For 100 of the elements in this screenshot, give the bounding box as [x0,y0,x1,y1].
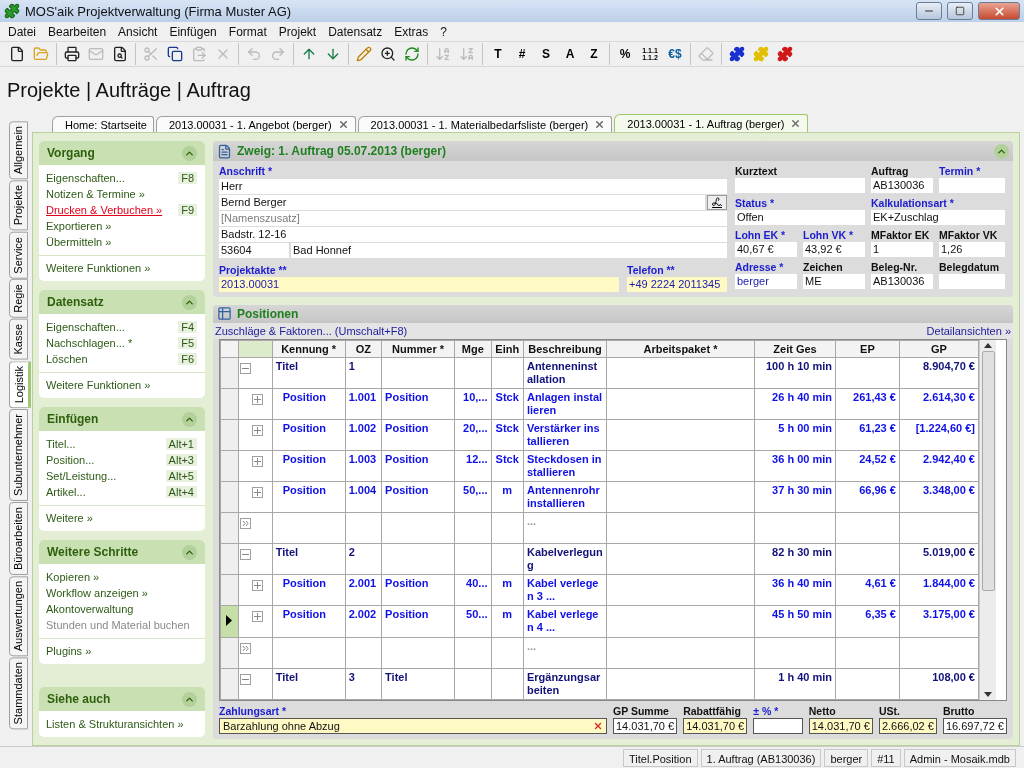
sidebar-link[interactable]: Kopieren » [46,571,100,583]
close-icon[interactable] [594,119,606,130]
input-field[interactable]: 14.031,70 € [613,718,678,734]
row-marker[interactable] [220,543,239,575]
toolbar-button[interactable]: Z [583,43,605,65]
signature-button[interactable] [707,195,727,210]
input-field[interactable] [735,178,865,193]
side-tab[interactable]: Service [9,231,28,279]
document-tab[interactable]: Home: Startseite [52,116,154,132]
input-field[interactable] [753,718,803,734]
input-field[interactable]: Herr [219,179,727,194]
menu-item[interactable]: Datensatz [322,24,389,39]
expand-icon[interactable] [252,394,264,405]
document-tab[interactable]: 2013.00031 - 1. Angebot (berger) [155,116,356,132]
side-tab[interactable]: Kasse [9,319,28,360]
side-tab[interactable]: Projekte [9,180,28,231]
column-header[interactable]: GP [899,340,979,358]
column-header[interactable]: Beschreibung [523,340,607,358]
input-field[interactable]: 16.697,72 € [942,718,1007,734]
side-tab[interactable]: Subunternehmer [9,409,28,501]
menu-item[interactable]: Format [222,24,273,39]
sidebar-link[interactable]: Titel... [46,438,76,450]
row-marker[interactable] [220,419,239,451]
column-header[interactable]: Mge [454,340,491,358]
sidebar-link[interactable]: Eigenschaften... [46,172,125,184]
sidebar-link[interactable]: Eigenschaften... [46,321,125,333]
input-field[interactable]: Bernd Berger [219,195,705,210]
input-field[interactable]: 53604 [219,243,289,258]
sidebar-link[interactable]: Set/Leistung... [46,470,117,482]
row-marker[interactable] [220,388,239,420]
column-header[interactable]: Kennung * [272,340,346,358]
sidebar-link[interactable]: Weitere Funktionen » [46,379,151,391]
column-header[interactable]: Arbeitspaket * [606,340,755,358]
close-icon[interactable] [790,118,802,129]
expand-icon[interactable] [252,456,264,467]
menu-item[interactable]: Datei [2,24,42,39]
sidebar-link[interactable]: Nachschlagen... * [46,337,133,349]
clear-icon[interactable] [593,721,603,731]
input-field[interactable]: berger [735,274,797,289]
expand-icon[interactable] [252,580,264,591]
row-marker[interactable] [220,512,239,544]
surcharges-link[interactable]: Zuschläge & Faktoren... (Umschalt+F8) [215,324,408,337]
menu-item[interactable]: Extras [388,24,435,39]
input-field[interactable]: AB130036 [871,274,933,289]
column-header[interactable]: OZ [345,340,382,358]
input-field[interactable]: [Namenszusatz] [219,211,727,226]
toolbar-button[interactable]: A [559,43,581,65]
menu-item[interactable]: ? [434,24,453,39]
sidebar-link[interactable]: Löschen [46,353,88,365]
close-button[interactable] [978,2,1020,20]
column-header[interactable]: EP [835,340,900,358]
collapse-icon[interactable] [240,674,252,685]
input-field[interactable]: 2.666,02 € [878,718,937,734]
column-header[interactable]: Nummer * [381,340,455,358]
collapse-icon[interactable] [240,363,252,374]
toolbar-button[interactable]: # [511,43,533,65]
sidebar-link[interactable]: Position... [46,454,95,466]
input-field[interactable]: 1 [871,242,933,257]
toolbar-button[interactable]: T [487,43,509,65]
input-field[interactable]: 1,26 [939,242,1005,257]
row-marker[interactable] [220,450,239,482]
row-marker[interactable] [220,357,239,389]
input-field[interactable]: Bad Honnef [291,243,727,258]
add-row-icon[interactable] [240,643,252,654]
close-icon[interactable] [337,119,349,130]
input-field[interactable]: 2013.00031 [219,277,619,292]
collapse-button[interactable] [182,691,197,707]
expand-icon[interactable] [252,425,264,436]
sidebar-link[interactable]: Notizen & Termine » [46,188,145,200]
column-header[interactable]: Einh [491,340,524,358]
input-field[interactable]: EK+Zuschlag [871,210,1005,225]
payment-field[interactable]: Barzahlung ohne Abzug [219,718,607,734]
input-field[interactable]: 14.031,70 € [808,718,873,734]
input-field[interactable]: ME [803,274,865,289]
row-marker[interactable] [220,637,239,669]
row-marker[interactable] [220,481,239,513]
menu-item[interactable]: Einfügen [163,24,223,39]
sidebar-link[interactable]: Stunden und Material buchen [46,619,190,631]
sidebar-link[interactable]: Weitere Funktionen » [46,262,151,274]
input-field[interactable]: 14.031,70 € [683,718,748,734]
sidebar-link[interactable]: Drucken & Verbuchen » [46,204,163,216]
input-field[interactable]: 40,67 € [735,242,797,257]
minimize-button[interactable] [916,2,942,20]
maximize-button[interactable] [947,2,973,20]
input-field[interactable] [939,178,1005,193]
sidebar-link[interactable]: Akontoverwaltung [46,603,134,615]
side-tab[interactable]: Büroarbeiten [9,501,28,575]
sidebar-link[interactable]: Workflow anzeigen » [46,587,148,599]
menu-item[interactable]: Bearbeiten [42,24,113,39]
input-field[interactable]: Badstr. 12-16 [219,227,727,242]
input-field[interactable] [939,274,1005,289]
input-field[interactable]: 43,92 € [803,242,865,257]
sidebar-link[interactable]: Plugins » [46,645,92,657]
menu-item[interactable]: Projekt [272,24,323,39]
sidebar-link[interactable]: Exportieren » [46,220,112,232]
input-field[interactable]: +49 2224 2011345 [627,277,727,292]
column-header[interactable]: Zeit Ges [754,340,836,358]
add-row-icon[interactable] [240,518,252,529]
collapse-button[interactable] [182,294,197,310]
expand-icon[interactable] [252,487,264,498]
